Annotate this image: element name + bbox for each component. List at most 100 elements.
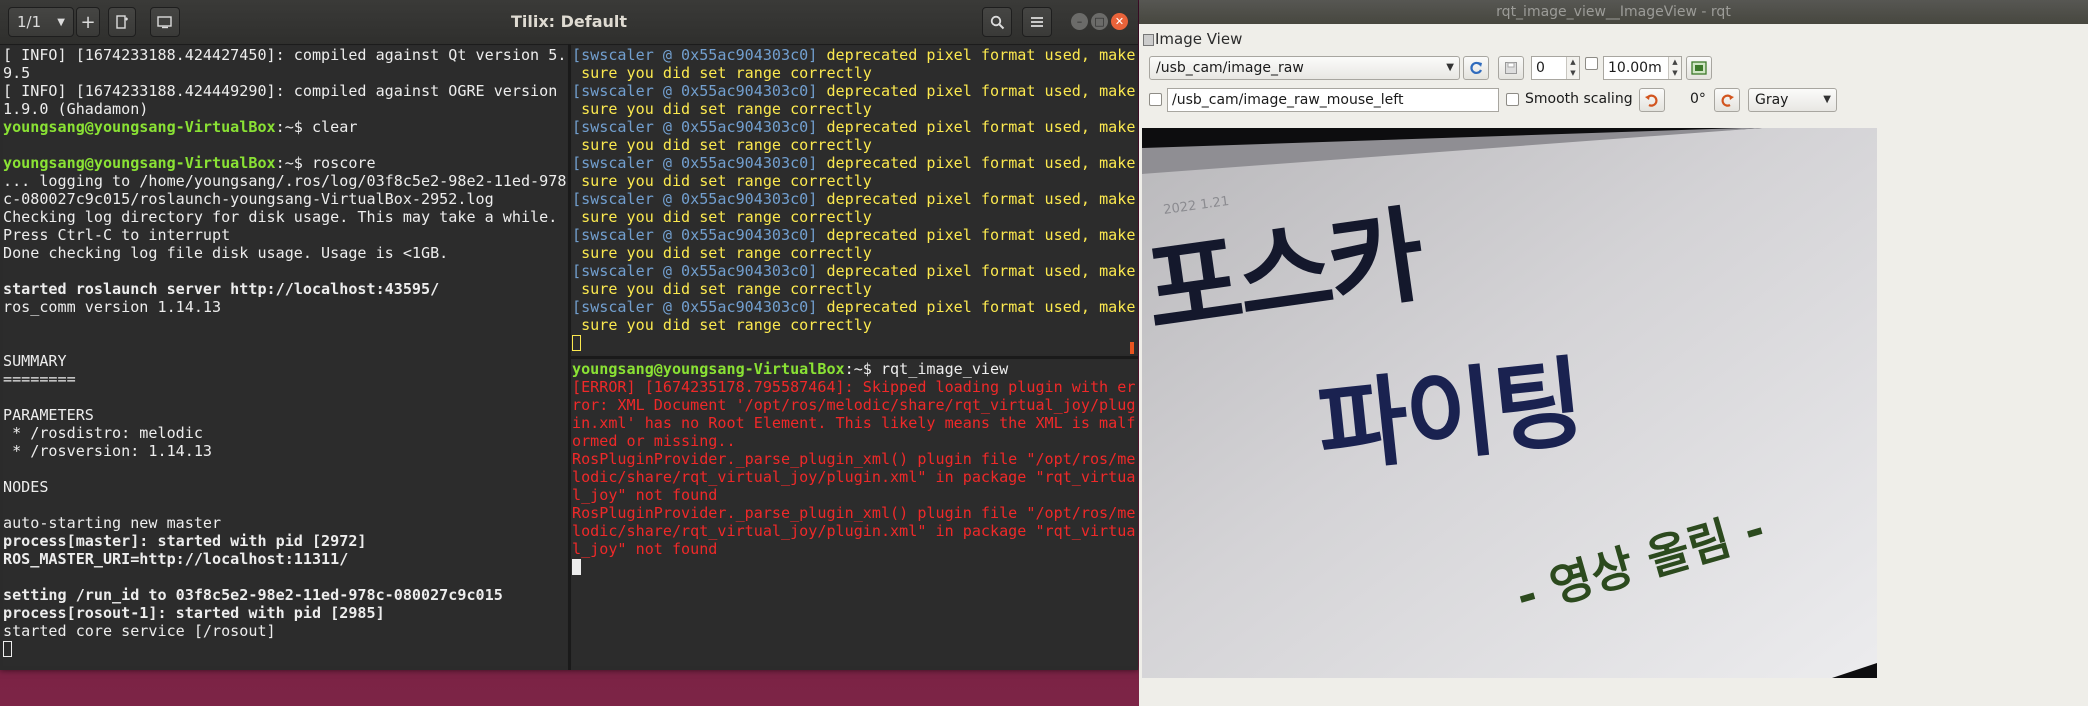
terminal-line: sure you did set range correctly	[572, 244, 1136, 262]
terminal-text-segment: sure you did set range correctly	[572, 208, 872, 226]
camera-image-view[interactable]: 2022 1.21 포스카 파이팅 - 영상 올림 -	[1142, 128, 1877, 678]
publish-mouse-checkbox[interactable]	[1149, 93, 1162, 106]
terminal-text-segment: SUMMARY	[3, 352, 67, 370]
terminal-text-segment: * /rosdistro: melodic	[3, 424, 203, 442]
terminal-text-segment: ========	[3, 370, 76, 388]
color-scheme-combobox[interactable]: Gray ▼	[1748, 88, 1837, 112]
terminal-text-segment: sure you did set range correctly	[572, 172, 872, 190]
terminal-cursor	[3, 641, 12, 657]
time-window-checkbox[interactable]	[1585, 57, 1598, 70]
terminal-text-segment: ROS_MASTER_URI=http://localhost:11311/	[3, 550, 349, 568]
terminal-text-segment: NODES	[3, 478, 49, 496]
terminal-text-segment: started core service [/rosout]	[3, 622, 276, 640]
terminal-text-segment: [swscaler @ 0x55ac904303c0]	[572, 262, 827, 280]
terminal-line: setting /run_id to 03f8c5e2-98e2-11ed-97…	[3, 586, 567, 604]
terminal-line: started core service [/rosout]	[3, 622, 567, 640]
terminal-line: sure you did set range correctly	[572, 136, 1136, 154]
terminal-text-segment: in.xml' has no Root Element. This likely…	[572, 414, 1136, 432]
terminal-text-segment: started roslaunch server http://localhos…	[3, 280, 440, 298]
terminal-line: [ERROR] [1674235178.795587464]: Skipped …	[572, 378, 1136, 396]
plugin-title: Image View	[1155, 30, 1243, 48]
mouse-topic-input[interactable]: /usb_cam/image_raw_mouse_left	[1167, 88, 1499, 112]
terminal-line: * /rosdistro: melodic	[3, 424, 567, 442]
new-window-button[interactable]	[150, 7, 180, 37]
terminal-line: sure you did set range correctly	[572, 100, 1136, 118]
session-indicator: 1/1	[17, 13, 42, 31]
save-image-button[interactable]	[1498, 56, 1524, 80]
terminal-text-segment: sure you did set range correctly	[572, 64, 872, 82]
terminal-line: [swscaler @ 0x55ac904303c0] deprecated p…	[572, 226, 1136, 244]
terminal-text-segment: deprecated pixel format used, make	[826, 154, 1136, 172]
menu-button[interactable]	[1022, 7, 1052, 37]
terminal-line: l_joy" not found	[572, 540, 1136, 558]
rotation-label: 0°	[1690, 91, 1706, 107]
scroll-indicator[interactable]	[1130, 342, 1134, 354]
rotate-right-button[interactable]	[1714, 88, 1740, 112]
chevron-down-icon: ▼	[57, 16, 65, 28]
refresh-icon	[1470, 61, 1483, 75]
fit-window-button[interactable]	[1686, 56, 1712, 80]
terminal-text-segment: auto-starting new master	[3, 514, 222, 532]
terminal-pane-rqt-image-view[interactable]: youngsang@youngsang-VirtualBox:~$ rqt_im…	[572, 360, 1136, 666]
terminal-text-segment: [swscaler @ 0x55ac904303c0]	[572, 118, 827, 136]
find-button[interactable]	[982, 7, 1012, 37]
terminal-line: Checking log directory for disk usage. T…	[3, 208, 567, 226]
terminal-line: [swscaler @ 0x55ac904303c0] deprecated p…	[572, 82, 1136, 100]
rotate-left-button[interactable]	[1639, 88, 1665, 112]
terminal-text-segment: deprecated pixel format used, make	[826, 190, 1136, 208]
terminal-text-segment: process[rosout-1]: started with pid [298…	[3, 604, 385, 622]
terminal-text-segment: [swscaler @ 0x55ac904303c0]	[572, 298, 827, 316]
tilix-headerbar: 1/1 ▼ + Tilix: Default – □ ✕	[0, 0, 1138, 45]
terminal-line: ror: XML Document '/opt/ros/melodic/shar…	[572, 396, 1136, 414]
rotate-right-icon	[1721, 94, 1734, 107]
terminal-line: process[master]: started with pid [2972]	[3, 532, 567, 550]
split-terminal-button[interactable]	[108, 7, 136, 37]
terminal-text-segment: [ INFO] [1674233188.424449290]: compiled…	[3, 82, 558, 100]
terminal-text-segment: sure you did set range correctly	[572, 244, 872, 262]
terminal-line: 1.9.0 (Ghadamon)	[3, 100, 567, 118]
grid-icon	[1691, 61, 1707, 75]
time-window-spinbox[interactable]: 10.00m ▲ ▼	[1603, 56, 1682, 80]
refresh-topics-button[interactable]	[1463, 56, 1489, 80]
terminal-text-segment: sure you did set range correctly	[572, 136, 872, 154]
terminal-text-segment: deprecated pixel format used, make	[826, 46, 1136, 64]
terminal-text-segment: c-080027c9c015/roslaunch-youngsang-Virtu…	[3, 190, 494, 208]
terminal-pane-usb-cam[interactable]: [swscaler @ 0x55ac904303c0] deprecated p…	[572, 46, 1136, 354]
smooth-scaling-checkbox[interactable]	[1506, 93, 1519, 106]
maximize-icon[interactable]: □	[1091, 13, 1108, 30]
num-gridlines-spinbox[interactable]: 0 ▲ ▼	[1531, 56, 1580, 80]
terminal-cursor	[572, 335, 581, 351]
terminal-line: ... logging to /home/youngsang/.ros/log/…	[3, 172, 567, 190]
terminal-line: Done checking log file disk usage. Usage…	[3, 244, 567, 262]
spin-arrows-icon[interactable]: ▲ ▼	[1566, 57, 1579, 79]
spin-arrows-icon[interactable]: ▲ ▼	[1668, 57, 1681, 79]
close-icon[interactable]: ✕	[1111, 13, 1128, 30]
terminal-line: ros_comm version 1.14.13	[3, 298, 567, 316]
horizontal-pane-divider[interactable]	[571, 356, 1138, 359]
topic-combobox[interactable]: /usb_cam/image_raw ▼	[1149, 56, 1460, 80]
session-switcher-button[interactable]: 1/1 ▼	[8, 7, 74, 37]
add-session-button[interactable]: +	[76, 7, 100, 37]
terminal-pane-roscore[interactable]: [ INFO] [1674233188.424427450]: compiled…	[3, 46, 567, 666]
dock-gripper-icon[interactable]	[1143, 34, 1154, 46]
plus-icon: +	[80, 11, 96, 33]
terminal-line: sure you did set range correctly	[572, 316, 1136, 334]
terminal-line: [swscaler @ 0x55ac904303c0] deprecated p…	[572, 190, 1136, 208]
terminal-text-segment: 9.5	[3, 64, 31, 82]
chevron-down-icon: ▼	[1823, 94, 1831, 105]
hamburger-icon	[1031, 17, 1043, 27]
terminal-text-segment: process[master]: started with pid [2972]	[3, 532, 367, 550]
terminal-line: SUMMARY	[3, 352, 567, 370]
terminal-text-segment: [ERROR] [1674235178.795587464]: Skipped …	[572, 378, 1136, 396]
terminal-text-segment: [ INFO] [1674233188.424427450]: compiled…	[3, 46, 567, 64]
terminal-line: RosPluginProvider._parse_plugin_xml() pl…	[572, 504, 1136, 522]
terminal-text-segment: Done checking log file disk usage. Usage…	[3, 244, 449, 262]
rotate-left-icon	[1645, 94, 1658, 107]
minimize-icon[interactable]: –	[1071, 13, 1088, 30]
window-add-icon	[157, 16, 172, 29]
